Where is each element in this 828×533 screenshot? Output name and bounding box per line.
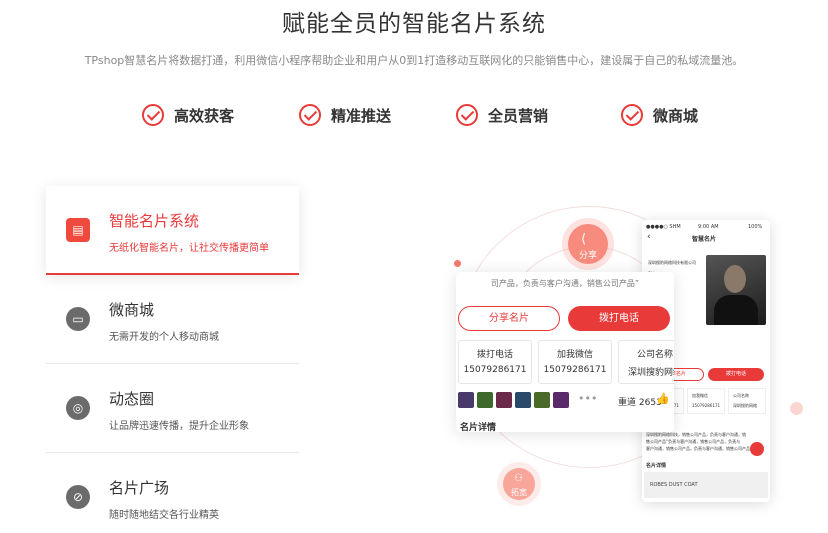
menu-item-title: 微商城 (109, 301, 155, 319)
menu-item-desc: 随时随地结交各行业精英 (109, 510, 219, 521)
feature-item: 微商城 (621, 102, 698, 128)
phone-info-box: 加我微信 15079286171 (687, 388, 725, 414)
info-value: 深圳搜豹网络 (627, 368, 674, 378)
avatar (458, 392, 474, 408)
phone-title: 智慧名片 (692, 236, 717, 243)
phone-info-value: 深圳搜豹网络 (733, 403, 757, 408)
visitor-avatars (458, 392, 572, 408)
menu-item-card-system[interactable]: ▤ 智能名片系统 无纸化智能名片，让社交传播更简单 (46, 186, 299, 275)
feature-item: 精准推送 (299, 102, 391, 128)
feature-label: 微商城 (653, 106, 699, 125)
info-box-company[interactable]: 公司名称 深圳搜豹网络 (618, 340, 674, 384)
phone-banner-text: ROBES DUST COAT (650, 482, 698, 488)
info-label: 加我微信 (556, 350, 593, 360)
menu-item-card-plaza[interactable]: ⊘ 名片广场 随时随地结交各行业精英 (46, 453, 299, 533)
menu-item-desc: 让品牌迅速传播，提升企业形象 (109, 421, 249, 432)
phone-desc: 客户沟通，销售公司产品，负责与客户沟通，销售公司产品 (646, 446, 750, 451)
feature-label: 精准推送 (331, 106, 392, 125)
share-bubble-label: 分享 (578, 251, 597, 261)
business-card-preview: 司产品，负责与客户沟通，销售公司产品” 分享名片 拨打电话 拨打电话 15079… (456, 272, 674, 432)
add-bubble: ⚇ 拓宽 (503, 468, 535, 500)
add-friend-icon: ⚇ (514, 473, 523, 484)
moments-icon: ◎ (66, 396, 90, 420)
info-label: 拨打电话 (476, 350, 513, 360)
feature-item: 高效获客 (142, 102, 234, 128)
profile-face (724, 265, 746, 293)
phone-call-button[interactable]: 拨打电话 (708, 368, 764, 381)
card-icon: ▤ (66, 218, 90, 242)
page-subtitle: TPshop智慧名片将数据打通，利用微信小程序帮助企业和用户从0到1打造移动互联… (84, 54, 744, 67)
feature-label: 高效获客 (174, 106, 235, 125)
card-quote: 司产品，负责与客户沟通，销售公司产品” (490, 279, 640, 288)
call-button[interactable]: 拨打电话 (568, 306, 670, 331)
phone-desc: 深圳搜豹网络科技，销售公司产品，负责与客户沟通，销 (646, 432, 746, 437)
avatar (515, 392, 531, 408)
phone-detail-title: 名片详情 (646, 463, 667, 469)
add-bubble-label: 拓宽 (511, 488, 527, 497)
more-icon[interactable]: ••• (578, 392, 597, 405)
check-circle-icon (142, 104, 164, 126)
info-box-wechat[interactable]: 加我微信 15079286171 (538, 340, 612, 384)
info-value: 15079286171 (543, 365, 607, 375)
menu-item-title: 动态圈 (109, 390, 155, 408)
avatar (477, 392, 493, 408)
decor-dot (790, 402, 803, 415)
menu-item-desc: 无需开发的个人移动商城 (109, 332, 219, 343)
menu-item-moments[interactable]: ◎ 动态圈 让品牌迅速传播，提升企业形象 (46, 364, 299, 453)
phone-info-label: 加我微信 (692, 393, 708, 398)
menu-item-title: 名片广场 (109, 479, 170, 497)
product-menu: ▤ 智能名片系统 无纸化智能名片，让社交传播更简单 ▭ 微商城 无需开发的个人移… (46, 186, 299, 533)
thumbs-up-icon[interactable]: 👍 (656, 392, 670, 405)
phone-desc: 售公司产品“负责与客户沟通，销售公司产品，负责与 (646, 439, 741, 444)
product-illustration: ⟨ 分享 ⚇ 拓宽 ●●●●○ SHM 9:00 AM 100% ‹ 智慧名片 … (440, 180, 828, 533)
check-circle-icon (621, 104, 643, 126)
menu-item-title: 智能名片系统 (109, 212, 200, 230)
check-circle-icon (299, 104, 321, 126)
status-battery: 100% (748, 224, 763, 230)
profile-photo (706, 255, 766, 325)
profile-body (714, 295, 758, 325)
status-carrier: ●●●●○ SHM (646, 224, 681, 230)
phone-info-label: 公司名称 (733, 393, 749, 398)
phone-company: 深圳搜豹网络科技有限公司 (648, 260, 696, 265)
store-icon: ▭ (66, 307, 90, 331)
check-circle-icon (456, 104, 478, 126)
info-box-phone[interactable]: 拨打电话 15079286171 (458, 340, 532, 384)
phone-info-box: 公司名称 深圳搜豹网络 (728, 388, 766, 414)
phone-fab[interactable] (750, 442, 764, 456)
info-label: 公司名称 (636, 350, 673, 360)
page-title: 赋能全员的智能名片系统 (282, 11, 546, 37)
avatar (553, 392, 569, 408)
phone-banner: ROBES DUST COAT (644, 472, 768, 498)
phone-info-value: 15079286171 (692, 403, 720, 408)
avatar (534, 392, 550, 408)
menu-item-micro-mall[interactable]: ▭ 微商城 无需开发的个人移动商城 (46, 275, 299, 364)
decor-dot (454, 260, 461, 267)
status-time: 9:00 AM (698, 224, 719, 230)
back-icon: ‹ (647, 232, 651, 242)
share-card-button[interactable]: 分享名片 (458, 306, 560, 331)
menu-item-desc: 无纸化智能名片，让社交传播更简单 (109, 243, 269, 254)
share-icon: ⟨ (581, 232, 587, 247)
feature-label: 全员营销 (488, 106, 549, 125)
card-detail-title: 名片详情 (460, 423, 497, 432)
plaza-icon: ⊘ (66, 485, 90, 509)
avatar (496, 392, 512, 408)
share-bubble: ⟨ 分享 (568, 224, 608, 264)
feature-item: 全员营销 (456, 102, 548, 128)
info-value: 15079286171 (463, 365, 527, 375)
